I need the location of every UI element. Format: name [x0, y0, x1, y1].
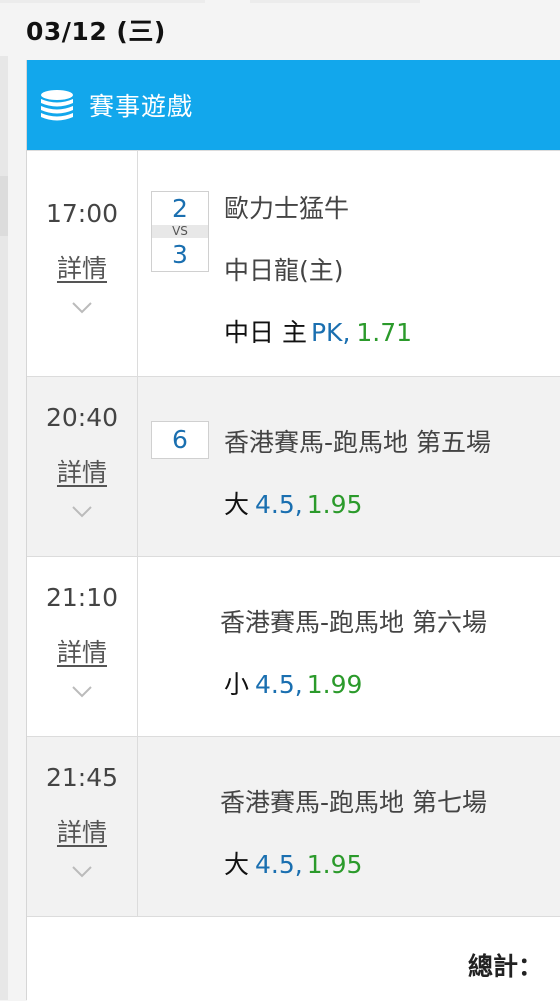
bet-odds: 1.95	[306, 850, 363, 879]
event-time: 21:10	[45, 583, 119, 612]
race-name: 香港賽馬-跑馬地 第七場	[220, 788, 487, 817]
panel-title: 賽事遊戲	[89, 92, 194, 121]
bet-handicap: 4.5	[255, 850, 295, 879]
bet-selection: 小	[224, 670, 250, 699]
event-time: 17:00	[45, 199, 119, 228]
vs-label: VS	[152, 225, 208, 238]
detail-link[interactable]: 詳情	[27, 813, 137, 849]
bet-line: 大 4.5, 1.95	[224, 490, 363, 519]
home-score: 2	[172, 194, 188, 223]
bet-selection: 大	[224, 490, 250, 519]
date-header: 03/12 (三)	[0, 6, 560, 54]
bet-line: 大 4.5, 1.95	[224, 850, 363, 879]
bet-line: 小 4.5, 1.99	[224, 670, 363, 699]
event-row: 20:40 詳情 6 香港賽馬-跑馬地 第五場 大 4.5, 1.95	[27, 376, 560, 556]
event-info: 2 VS 3 歐力士猛牛 中日龍(主) 中日 主 PK, 1.71	[138, 151, 560, 376]
event-info: 香港賽馬-跑馬地 第七場 大 4.5, 1.95	[138, 737, 560, 916]
event-info: 6 香港賽馬-跑馬地 第五場 大 4.5, 1.95	[138, 377, 560, 556]
time-column: 21:10 詳情	[27, 557, 138, 736]
bet-odds: 1.95	[306, 490, 363, 519]
bet-handicap: 4.5	[255, 670, 295, 699]
chevron-down-icon[interactable]	[71, 301, 93, 315]
events-panel: 賽事遊戲 17:00 詳情 2 VS 3 歐力士猛牛 中日龍(主) 中日 主 PK…	[26, 60, 560, 1001]
bet-odds: 1.71	[356, 318, 413, 347]
event-row: 21:10 詳情 香港賽馬-跑馬地 第六場 小 4.5, 1.99	[27, 556, 560, 736]
time-column: 21:45 詳情	[27, 737, 138, 916]
chevron-down-icon[interactable]	[71, 685, 93, 699]
bet-handicap: PK	[310, 318, 343, 347]
race-name: 香港賽馬-跑馬地 第五場	[224, 428, 491, 457]
bet-handicap: 4.5	[255, 490, 295, 519]
event-info: 香港賽馬-跑馬地 第六場 小 4.5, 1.99	[138, 557, 560, 736]
away-score: 3	[172, 240, 188, 269]
event-row: 17:00 詳情 2 VS 3 歐力士猛牛 中日龍(主) 中日 主 PK, 1.71	[27, 150, 560, 376]
left-rail	[0, 56, 8, 1000]
panel-title-bar: 賽事遊戲	[27, 60, 560, 150]
total-row: 總計：	[27, 916, 560, 1001]
chevron-down-icon[interactable]	[71, 505, 93, 519]
bet-line: 中日 主 PK, 1.71	[224, 318, 413, 347]
coins-icon	[41, 90, 73, 121]
away-team: 中日龍(主)	[224, 256, 344, 285]
detail-link[interactable]: 詳情	[27, 249, 137, 285]
race-name: 香港賽馬-跑馬地 第六場	[220, 608, 487, 637]
event-time: 21:45	[45, 763, 119, 792]
time-column: 20:40 詳情	[27, 377, 138, 556]
bet-odds: 1.99	[306, 670, 363, 699]
event-time: 20:40	[45, 403, 119, 432]
chevron-down-icon[interactable]	[71, 865, 93, 879]
event-row: 21:45 詳情 香港賽馬-跑馬地 第七場 大 4.5, 1.95	[27, 736, 560, 916]
home-team: 歐力士猛牛	[224, 194, 350, 223]
bet-selection: 中日 主	[224, 318, 307, 347]
bet-selection: 大	[224, 850, 250, 879]
detail-link[interactable]: 詳情	[27, 453, 137, 489]
score-box: 2 VS 3	[151, 191, 209, 272]
date-label: 03/12 (三)	[26, 17, 166, 46]
time-column: 17:00 詳情	[27, 151, 138, 376]
detail-link[interactable]: 詳情	[27, 633, 137, 669]
total-label: 總計：	[467, 952, 543, 981]
race-number-box: 6	[151, 421, 209, 459]
